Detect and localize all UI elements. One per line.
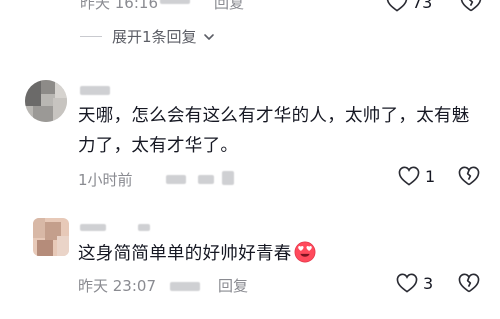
chevron-down-icon [203,33,214,40]
broken-heart-icon [460,0,482,12]
heart-eyes-emoji-icon [294,241,316,263]
top-comment-dislike-button[interactable] [460,0,482,12]
top-comment-like-button[interactable]: 73 [386,0,432,12]
comment-text-line-1: 天哪，怎么会有这么有才华的人，太帅了，太有魅 [78,106,470,126]
heart-icon [398,166,420,186]
like-button[interactable]: 1 [398,166,435,186]
dislike-button[interactable] [458,166,480,186]
redacted-username [80,224,106,231]
comment-text-line-2: 力了，太有才华了。 [78,136,239,156]
divider-line [80,36,102,37]
comment-text: 天哪，怎么会有这么有才华的人，太帅了，太有魅 力了，太有才华了。 [78,101,498,161]
comment-time: 1小时前 [78,171,133,189]
reply-button[interactable]: 回复 [218,275,248,296]
redacted-reply [222,171,234,185]
top-comment-like-count: 73 [412,0,433,12]
dislike-button[interactable] [458,273,480,293]
heart-icon [386,0,408,12]
comment-text-line-1: 这身简简单单的好帅好青春 [78,244,292,264]
comment-time: 昨天 23:07 [78,277,156,295]
like-button[interactable]: 3 [396,273,433,293]
top-comment-reply-button[interactable]: 回复 [214,0,244,13]
comment-text: 这身简简单单的好帅好青春 [78,239,316,269]
redacted-username [138,224,150,231]
like-count: 3 [423,273,434,293]
redacted-reply [198,175,214,184]
top-comment-time: 昨天 16:16 [80,0,158,12]
expand-replies-button[interactable]: 展开1条回复 [80,26,216,47]
heart-icon [396,273,418,293]
redacted-location [170,282,200,291]
like-count: 1 [425,166,436,186]
broken-heart-icon [458,166,480,186]
expand-replies-label: 展开1条回复 [112,28,197,46]
avatar[interactable] [33,218,69,256]
broken-heart-icon [458,273,480,293]
redacted-location [166,175,186,184]
avatar[interactable] [25,80,67,122]
redacted-location [160,0,190,4]
redacted-username [80,86,110,95]
